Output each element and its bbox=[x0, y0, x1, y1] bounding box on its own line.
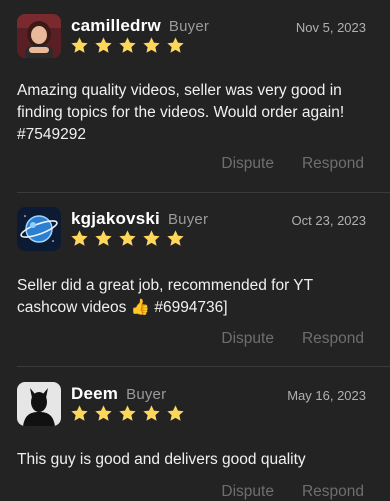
star-icon bbox=[143, 230, 160, 246]
role-label: Buyer bbox=[126, 386, 167, 403]
reviewer-name[interactable]: Deem Buyer bbox=[71, 384, 166, 404]
dispute-button[interactable]: Dispute bbox=[221, 330, 274, 348]
star-icon bbox=[95, 405, 112, 421]
review-actions: Dispute Respond bbox=[221, 330, 364, 348]
star-icon bbox=[143, 405, 160, 421]
username[interactable]: kgjakovski bbox=[71, 209, 160, 228]
review-text: Seller did a great job, recommended for … bbox=[17, 277, 313, 316]
reviewer-name[interactable]: camilledrw Buyer bbox=[71, 16, 209, 36]
avatar-image bbox=[17, 14, 61, 58]
role-label: Buyer bbox=[168, 18, 210, 35]
avatar-image bbox=[17, 382, 61, 426]
star-icon bbox=[167, 405, 184, 421]
star-icon bbox=[167, 230, 184, 246]
avatar[interactable] bbox=[17, 207, 61, 251]
divider bbox=[17, 366, 390, 367]
reviewer-name[interactable]: kgjakovski Buyer bbox=[71, 209, 208, 229]
star-icon bbox=[71, 37, 88, 53]
review-actions: Dispute Respond bbox=[221, 155, 364, 173]
username[interactable]: Deem bbox=[71, 384, 118, 403]
star-icon bbox=[119, 230, 136, 246]
star-icon bbox=[95, 37, 112, 53]
star-rating bbox=[70, 404, 185, 423]
dispute-button[interactable]: Dispute bbox=[221, 155, 274, 173]
review-date: May 16, 2023 bbox=[287, 388, 366, 403]
respond-button[interactable]: Respond bbox=[302, 330, 364, 348]
star-icon bbox=[71, 405, 88, 421]
review-actions: Dispute Respond bbox=[221, 483, 364, 501]
star-icon bbox=[119, 37, 136, 53]
star-icon bbox=[119, 405, 136, 421]
review-date: Nov 5, 2023 bbox=[295, 20, 366, 35]
star-rating bbox=[70, 36, 185, 55]
avatar-image bbox=[17, 207, 61, 251]
role-label: Buyer bbox=[167, 211, 209, 228]
review-card: Deem Buyer May 16, 2023 This guy is good … bbox=[0, 368, 390, 500]
star-icon bbox=[71, 230, 88, 246]
dispute-button[interactable]: Dispute bbox=[221, 483, 274, 501]
review-text: This guy is good and delivers good quali… bbox=[17, 451, 306, 468]
review-card: camilledrw Buyer Nov 5, 2023 Amazing qual… bbox=[0, 0, 390, 190]
star-icon bbox=[95, 230, 112, 246]
avatar[interactable] bbox=[17, 14, 61, 58]
avatar[interactable] bbox=[17, 382, 61, 426]
respond-button[interactable]: Respond bbox=[302, 483, 364, 501]
star-icon bbox=[143, 37, 160, 53]
review-text: Amazing quality videos, seller was very … bbox=[17, 82, 345, 143]
star-icon bbox=[167, 37, 184, 53]
review-card: kgjakovski Buyer Oct 23, 2023 Seller did … bbox=[0, 193, 390, 365]
star-rating bbox=[70, 229, 185, 248]
username[interactable]: camilledrw bbox=[71, 16, 161, 35]
respond-button[interactable]: Respond bbox=[302, 155, 364, 173]
review-date: Oct 23, 2023 bbox=[291, 213, 366, 228]
